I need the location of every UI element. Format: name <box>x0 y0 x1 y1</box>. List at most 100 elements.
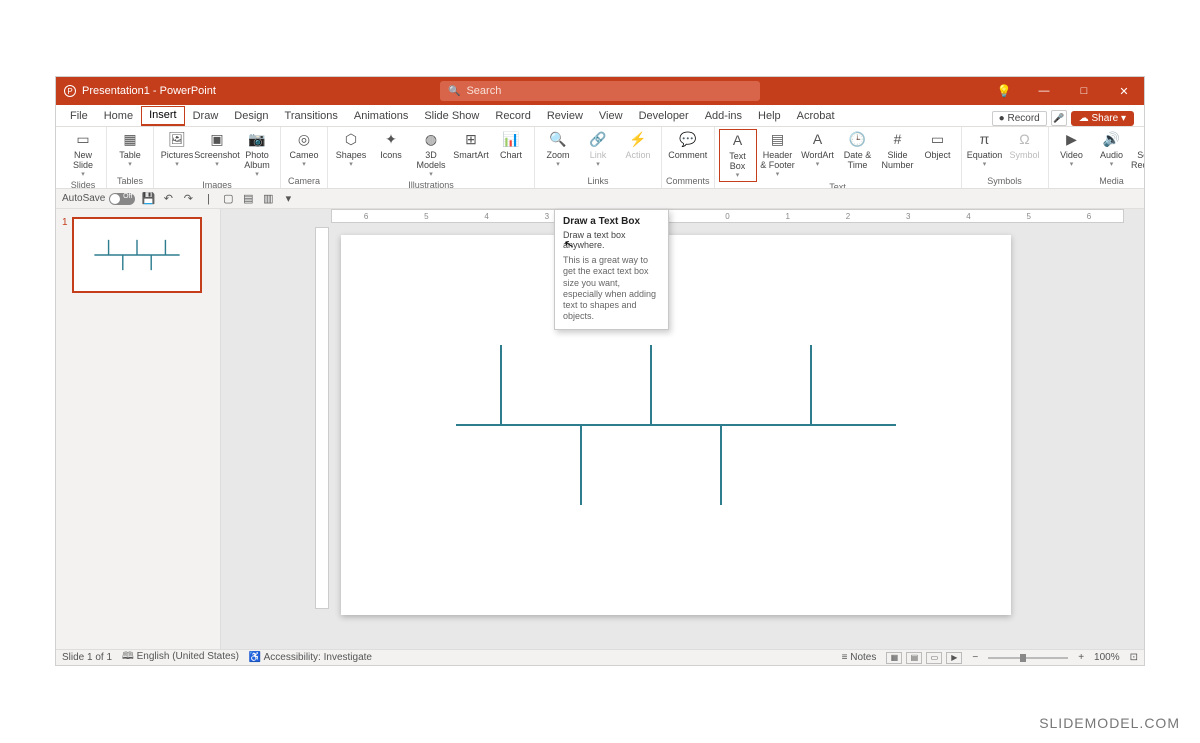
pictures-button[interactable]: 🖼Pictures▾ <box>158 129 196 180</box>
reading-view-icon[interactable]: ▭ <box>926 652 942 664</box>
tab-review[interactable]: Review <box>539 107 591 126</box>
equation-button[interactable]: πEquation▾ <box>966 129 1004 171</box>
header-footer-button[interactable]: ▤Header& Footer▾ <box>759 129 797 182</box>
tab-insert[interactable]: Insert <box>141 106 185 126</box>
notes-button[interactable]: ≡ Notes <box>842 652 877 663</box>
zoom-slider[interactable] <box>988 657 1068 659</box>
group-label: Camera <box>288 176 320 188</box>
status-language[interactable]: 🕮 English (United States) <box>122 649 239 666</box>
dropdown-caret-icon: ▾ <box>175 161 179 169</box>
photo-album-label: PhotoAlbum <box>244 151 270 171</box>
group-label: Comments <box>666 176 710 188</box>
screen-recording-icon: ⏺ <box>1143 131 1144 149</box>
text-box-button[interactable]: ATextBox▾ <box>719 129 757 182</box>
table-icon: ▦ <box>121 131 139 149</box>
cursor-icon: ↖ <box>563 236 575 252</box>
undo-icon[interactable]: ↶ <box>161 192 175 206</box>
tab-design[interactable]: Design <box>226 107 276 126</box>
tab-home[interactable]: Home <box>96 107 141 126</box>
slide-canvas[interactable] <box>341 235 1011 615</box>
equation-label: Equation <box>967 151 1003 161</box>
tab-developer[interactable]: Developer <box>631 107 697 126</box>
slide-number-icon: # <box>889 131 907 149</box>
watermark: SLIDEMODEL.COM <box>1039 715 1180 731</box>
action-button: ⚡Action <box>619 129 657 171</box>
tab-add-ins[interactable]: Add-ins <box>697 107 750 126</box>
record-button[interactable]: ● Record <box>992 111 1047 126</box>
redo-icon[interactable]: ↷ <box>181 192 195 206</box>
new-slide-button[interactable]: ▭NewSlide▾ <box>64 129 102 180</box>
minimize-button[interactable]: — <box>1024 77 1064 105</box>
comment-button[interactable]: 💬Comment <box>669 129 707 163</box>
zoom-button[interactable]: 🔍Zoom▾ <box>539 129 577 171</box>
save-icon[interactable]: 💾 <box>141 192 155 206</box>
tab-slide-show[interactable]: Slide Show <box>416 107 487 126</box>
date-time-icon: 🕒 <box>849 131 867 149</box>
text-box-label: TextBox <box>729 152 746 172</box>
zoom-level[interactable]: 100% <box>1094 652 1120 663</box>
object-button[interactable]: ▭Object <box>919 129 957 182</box>
new-icon[interactable]: ▢ <box>221 192 235 206</box>
slide-number-button[interactable]: #SlideNumber <box>879 129 917 182</box>
search-input[interactable] <box>466 85 752 97</box>
sorter-view-icon[interactable]: ▤ <box>906 652 922 664</box>
table-button[interactable]: ▦Table▾ <box>111 129 149 171</box>
ribbon: ▭NewSlide▾Slides▦Table▾Tables🖼Pictures▾▣… <box>56 127 1144 189</box>
slideshow-view-icon[interactable]: ▶ <box>946 652 962 664</box>
shapes-button[interactable]: ⬡Shapes▾ <box>332 129 370 180</box>
video-label: Video <box>1060 151 1083 161</box>
slide-thumbnail-1[interactable] <box>72 217 202 293</box>
tab-transitions[interactable]: Transitions <box>277 107 346 126</box>
tab-record[interactable]: Record <box>487 107 538 126</box>
qat-sep: | <box>201 192 215 206</box>
mic-icon[interactable]: 🎤 <box>1051 110 1067 126</box>
date-time-button[interactable]: 🕒Date &Time <box>839 129 877 182</box>
ribbon-group-comments: 💬Comment Comments <box>662 127 715 188</box>
search-icon: 🔍 <box>448 86 460 97</box>
zoom-in-button[interactable]: + <box>1078 652 1084 663</box>
quick-access-toolbar: AutoSave Off 💾 ↶ ↷ | ▢ ▤ ▥ ▾ <box>56 189 1144 209</box>
cameo-icon: ◎ <box>295 131 313 149</box>
icons-icon: ✦ <box>382 131 400 149</box>
3d-models-icon: ◍ <box>422 131 440 149</box>
video-button[interactable]: ▶Video▾ <box>1053 129 1091 173</box>
share-button[interactable]: ☁ Share ▾ <box>1071 111 1134 126</box>
status-accessibility[interactable]: ♿ Accessibility: Investigate <box>249 652 372 663</box>
screen-recording-button[interactable]: ⏺ScreenRecording <box>1133 129 1144 173</box>
audio-button[interactable]: 🔊Audio▾ <box>1093 129 1131 173</box>
print-icon[interactable]: ▥ <box>261 192 275 206</box>
comment-icon: 💬 <box>679 131 697 149</box>
3d-models-label: 3DModels <box>416 151 445 171</box>
symbol-label: Symbol <box>1010 151 1040 161</box>
tips-icon[interactable]: 💡 <box>984 77 1024 105</box>
tab-file[interactable]: File <box>62 107 96 126</box>
tab-view[interactable]: View <box>591 107 631 126</box>
zoom-out-button[interactable]: − <box>972 652 978 663</box>
screenshot-button[interactable]: ▣Screenshot▾ <box>198 129 236 180</box>
chart-button[interactable]: 📊Chart <box>492 129 530 180</box>
tab-help[interactable]: Help <box>750 107 789 126</box>
search-box[interactable]: 🔍 <box>440 81 760 101</box>
slide-canvas-area: 6543210123456 <box>221 209 1144 649</box>
autosave-toggle[interactable]: AutoSave Off <box>62 193 135 205</box>
link-label: Link <box>590 151 607 161</box>
tab-acrobat[interactable]: Acrobat <box>789 107 843 126</box>
wordart-button[interactable]: AWordArt▾ <box>799 129 837 182</box>
cameo-button[interactable]: ◎Cameo▾ <box>285 129 323 171</box>
maximize-button[interactable]: □ <box>1064 77 1104 105</box>
icons-button[interactable]: ✦Icons <box>372 129 410 180</box>
link-icon: 🔗 <box>589 131 607 149</box>
thumbnail-pane[interactable]: 1 <box>56 209 221 649</box>
fit-window-icon[interactable]: ⊡ <box>1130 652 1138 663</box>
qat-more-icon[interactable]: ▾ <box>281 192 295 206</box>
photo-album-button[interactable]: 📷PhotoAlbum▾ <box>238 129 276 180</box>
tab-animations[interactable]: Animations <box>346 107 416 126</box>
dropdown-caret-icon: ▾ <box>302 161 306 169</box>
normal-view-icon[interactable]: ▦ <box>886 652 902 664</box>
close-button[interactable]: ✕ <box>1104 77 1144 105</box>
tab-draw[interactable]: Draw <box>185 107 227 126</box>
3d-models-button[interactable]: ◍3DModels▾ <box>412 129 450 180</box>
open-icon[interactable]: ▤ <box>241 192 255 206</box>
smartart-button[interactable]: ⊞SmartArt <box>452 129 490 180</box>
pictures-label: Pictures <box>161 151 194 161</box>
